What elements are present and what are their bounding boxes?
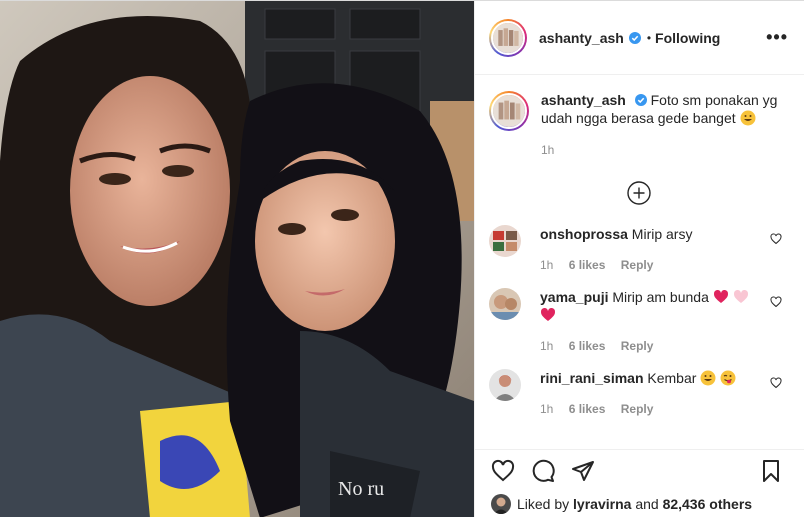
instagram-post: No ru ashanty_ash • Following ••• ashant… bbox=[0, 0, 804, 517]
liked-by-row: Liked by lyravirna and 82,436 others bbox=[491, 494, 789, 514]
post-photo[interactable]: No ru bbox=[0, 1, 474, 517]
verified-badge-icon bbox=[628, 31, 641, 44]
comment-body: yama_puji Mirip am bunda 1h 6 likes Repl… bbox=[540, 288, 760, 355]
post-header: ashanty_ash • Following ••• bbox=[475, 1, 804, 75]
liked-by-prefix: Liked by bbox=[517, 496, 570, 512]
comment-reply-button[interactable]: Reply bbox=[621, 258, 654, 272]
comment-text: Mirip am bunda bbox=[612, 289, 709, 305]
comment-meta: 1h 6 likes Reply bbox=[540, 337, 760, 355]
comment-username[interactable]: rini_rani_siman bbox=[540, 370, 644, 386]
share-paper-plane-icon[interactable] bbox=[571, 459, 595, 483]
load-more-plus-icon[interactable] bbox=[626, 181, 651, 205]
action-icon-row bbox=[491, 458, 789, 484]
comment-body: rini_rani_siman Kembar 1h 6 likes Reply bbox=[540, 369, 760, 418]
comment-username[interactable]: yama_puji bbox=[540, 289, 608, 305]
liked-by-and: and bbox=[635, 496, 659, 512]
post-actions: Liked by lyravirna and 82,436 others bbox=[475, 449, 804, 517]
author-username[interactable]: ashanty_ash bbox=[539, 30, 624, 46]
comment-username[interactable]: onshoprossa bbox=[540, 226, 628, 242]
comment-reply-button[interactable]: Reply bbox=[621, 402, 654, 416]
caption-text-block: ashanty_ash Foto sm ponakan yg udah ngga… bbox=[541, 91, 788, 159]
comment-likes[interactable]: 6 likes bbox=[569, 402, 606, 416]
commenter-avatar[interactable] bbox=[489, 288, 521, 320]
comment-time: 1h bbox=[540, 339, 554, 353]
more-options-icon[interactable]: ••• bbox=[766, 27, 788, 48]
like-heart-icon[interactable] bbox=[491, 459, 515, 483]
comment-text: Kembar bbox=[647, 370, 697, 386]
comments-section: ashanty_ash Foto sm ponakan yg udah ngga… bbox=[475, 75, 804, 449]
comment-reply-button[interactable]: Reply bbox=[621, 339, 654, 353]
comment-body: onshoprossa Mirip arsy 1h 6 likes Reply bbox=[540, 225, 760, 274]
comment-meta: 1h 6 likes Reply bbox=[540, 256, 760, 274]
liker-avatar[interactable] bbox=[491, 494, 511, 514]
caption-username[interactable]: ashanty_ash bbox=[541, 92, 626, 108]
following-button[interactable]: Following bbox=[655, 30, 720, 46]
post-side-panel: ashanty_ash • Following ••• ashanty_ash … bbox=[474, 1, 804, 517]
caption-avatar-ring[interactable] bbox=[489, 91, 529, 131]
comment-like-heart-icon[interactable] bbox=[770, 377, 782, 389]
winking-tongue-face-emoji-icon bbox=[720, 370, 736, 386]
comment-bubble-icon[interactable] bbox=[531, 459, 555, 483]
comment-meta: 1h 6 likes Reply bbox=[540, 400, 760, 418]
grinning-face-emoji-icon bbox=[700, 370, 716, 386]
comment-like-heart-icon[interactable] bbox=[770, 233, 782, 245]
save-bookmark-icon[interactable] bbox=[759, 459, 783, 483]
red-heart-emoji-icon bbox=[540, 307, 556, 321]
comment-text: Mirip arsy bbox=[631, 226, 693, 242]
pink-heart-emoji-icon bbox=[733, 289, 748, 303]
author-avatar-ring[interactable] bbox=[489, 18, 527, 57]
author-avatar[interactable] bbox=[491, 20, 525, 55]
grinning-face-emoji-icon bbox=[740, 110, 756, 126]
comment-time: 1h bbox=[540, 258, 554, 272]
verified-badge-icon bbox=[634, 94, 647, 106]
comment-item: onshoprossa Mirip arsy 1h 6 likes Reply bbox=[489, 225, 788, 274]
post-image: No ru bbox=[0, 1, 474, 517]
comment-like-heart-icon[interactable] bbox=[770, 296, 782, 308]
comment-likes[interactable]: 6 likes bbox=[569, 339, 606, 353]
load-more-comments bbox=[489, 181, 788, 205]
liked-by-user[interactable]: lyravirna bbox=[573, 496, 631, 512]
shirt-print-text: No ru bbox=[338, 478, 384, 500]
comment-item: rini_rani_siman Kembar 1h 6 likes Reply bbox=[489, 369, 788, 418]
separator-dot: • bbox=[646, 30, 652, 45]
commenter-avatar[interactable] bbox=[489, 369, 521, 401]
post-caption: ashanty_ash Foto sm ponakan yg udah ngga… bbox=[489, 91, 788, 159]
caption-avatar[interactable] bbox=[491, 93, 527, 129]
comment-item: yama_puji Mirip am bunda 1h 6 likes Repl… bbox=[489, 288, 788, 355]
caption-time: 1h bbox=[541, 143, 555, 157]
comment-likes[interactable]: 6 likes bbox=[569, 258, 606, 272]
red-heart-emoji-icon bbox=[713, 289, 728, 303]
commenter-avatar[interactable] bbox=[489, 225, 521, 257]
liked-by-count[interactable]: 82,436 others bbox=[663, 496, 753, 512]
comment-time: 1h bbox=[540, 402, 554, 416]
